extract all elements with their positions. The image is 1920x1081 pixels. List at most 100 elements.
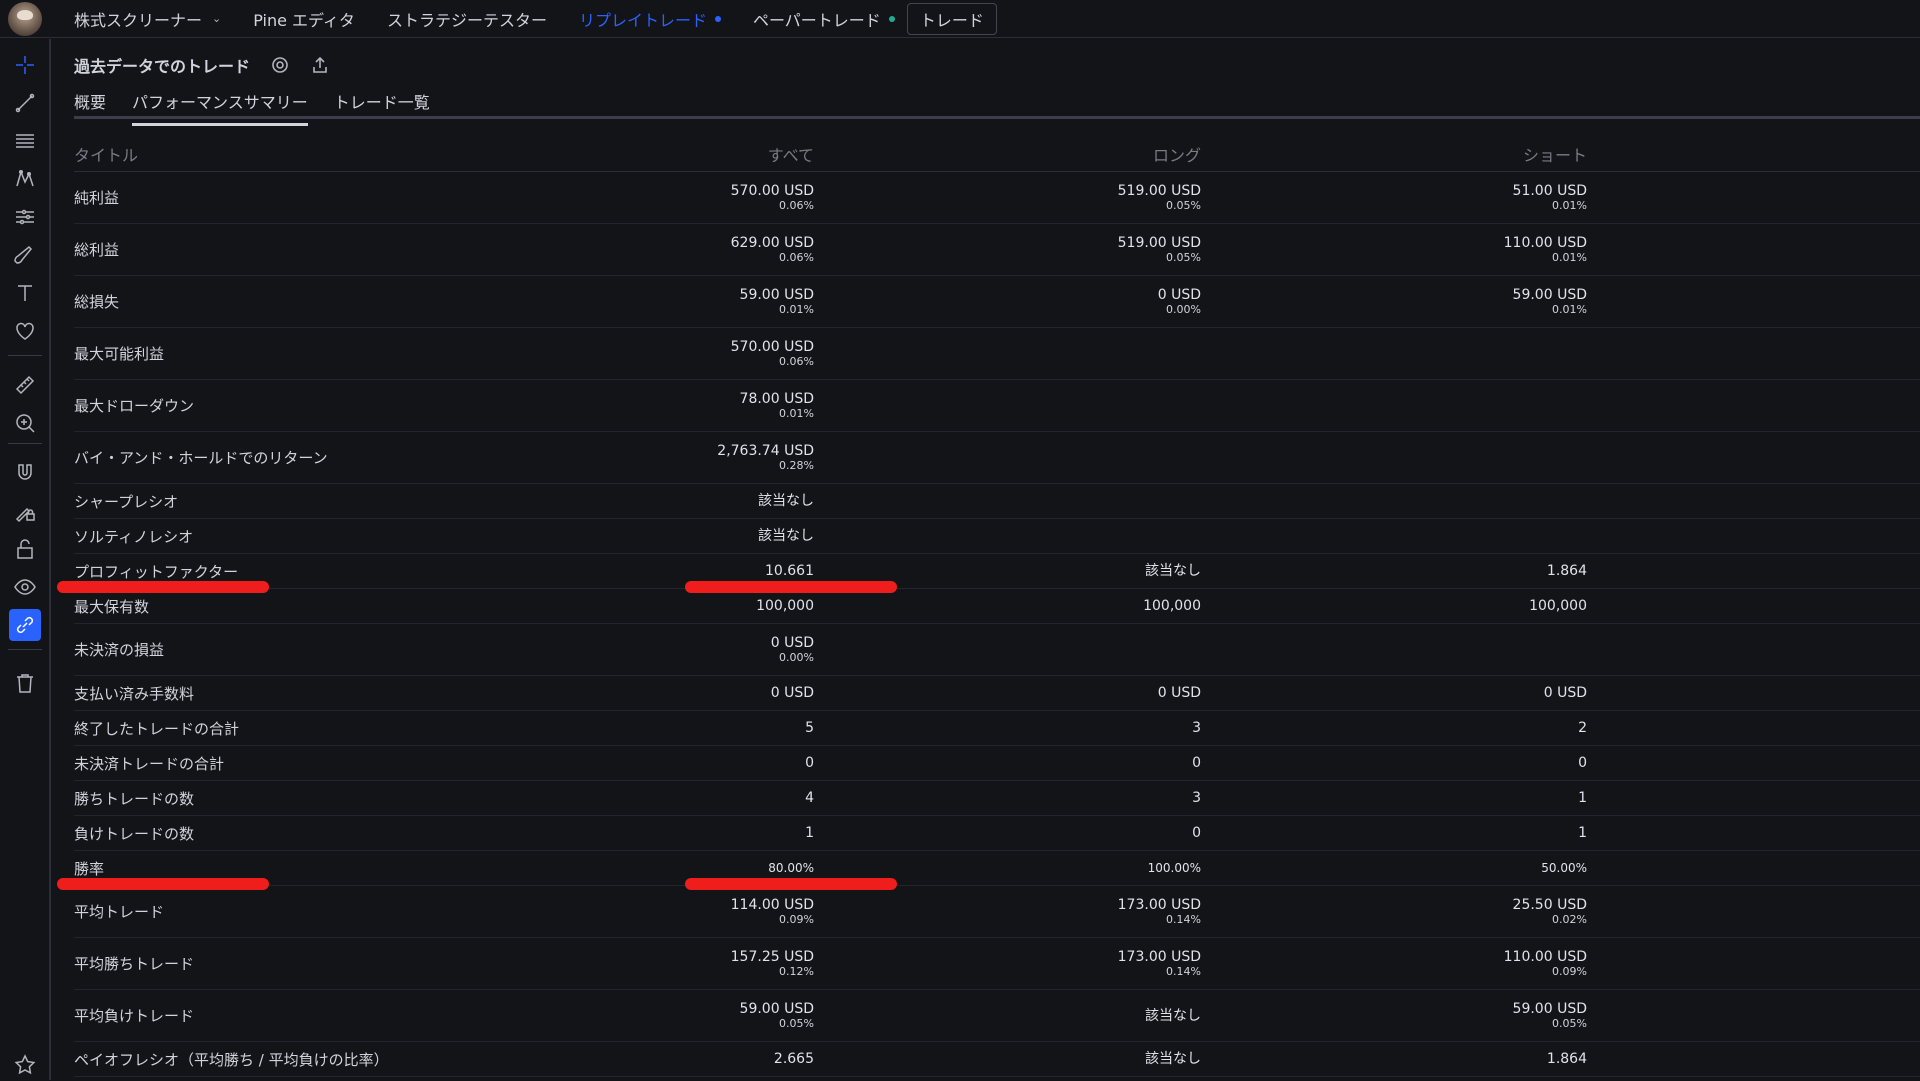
- cell-percent: 0.05%: [1166, 198, 1201, 212]
- cell-long: 100,000: [814, 598, 1201, 614]
- table-row: 最大ドローダウン 78.00 USD 0.01%: [74, 380, 1920, 432]
- cell-all: 2.665: [604, 1051, 814, 1067]
- cell-long: 173.00 USD 0.14%: [814, 949, 1201, 979]
- row-title: 支払い済み手数料: [74, 684, 195, 703]
- cell-short: 2: [1201, 720, 1587, 736]
- tab-0[interactable]: 概要: [74, 89, 106, 126]
- zoom-in-icon[interactable]: [9, 407, 41, 439]
- cell-value: 78.00 USD: [739, 390, 814, 407]
- nav-item-label: 株式スクリーナー: [74, 10, 203, 30]
- eye-icon[interactable]: [9, 571, 41, 603]
- nav-item-2[interactable]: ストラテジーテスター: [387, 7, 547, 31]
- crosshair-icon[interactable]: [9, 49, 41, 81]
- tab-2[interactable]: トレード一覧: [334, 89, 430, 126]
- cell-all: 157.25 USD 0.12%: [604, 949, 814, 979]
- trade-button[interactable]: トレード: [906, 2, 997, 35]
- cell-value: 110.00 USD: [1503, 234, 1587, 251]
- table-body: 純利益 570.00 USD 0.06% 519.00 USD 0.05% 51.00 U…: [74, 172, 1920, 1077]
- nav-item-label: Pine エディタ: [253, 10, 355, 30]
- cell-value: 0 USD: [1157, 286, 1201, 303]
- toolbar-separator: [8, 649, 42, 650]
- magnet-icon[interactable]: [9, 457, 41, 489]
- user-avatar[interactable]: [8, 1, 42, 36]
- highlight-mark-title: [57, 878, 269, 890]
- row-title: 負けトレードの数: [74, 824, 195, 843]
- pattern-icon[interactable]: [9, 163, 41, 195]
- cell-short: 0 USD: [1201, 685, 1587, 701]
- nav-item-0[interactable]: 株式スクリーナー ⌄: [74, 7, 221, 31]
- tab-1[interactable]: パフォーマンスサマリー: [132, 89, 308, 126]
- cell-value: 100,000: [1143, 598, 1201, 614]
- cell-value: 0: [1192, 825, 1201, 841]
- cell-all: 5: [604, 720, 814, 736]
- table-row: 総損失 59.00 USD 0.01% 0 USD 0.00% 59.00 USD 0.01…: [74, 276, 1920, 328]
- cell-value: 59.00 USD: [739, 1000, 814, 1017]
- toolbar-separator: [8, 443, 42, 444]
- settings-icon[interactable]: [270, 55, 290, 75]
- cell-value: 25.50 USD: [1512, 896, 1587, 913]
- cell-all: 10.661: [604, 563, 814, 579]
- heart-icon[interactable]: [9, 315, 41, 347]
- cell-all: 0 USD 0.00%: [604, 635, 814, 665]
- export-icon[interactable]: [310, 55, 330, 75]
- cell-value: 114.00 USD: [730, 896, 814, 913]
- cell-value: 0: [805, 755, 814, 771]
- cell-value: 80.00%: [768, 861, 814, 875]
- cell-value: 59.00 USD: [1512, 1000, 1587, 1017]
- table-row: 平均勝ちトレード 157.25 USD 0.12% 173.00 USD 0.14% 11…: [74, 938, 1920, 990]
- nav-item-3[interactable]: リプレイトレード: [579, 7, 721, 31]
- cell-short: 100,000: [1201, 598, 1587, 614]
- cell-value: 3: [1192, 720, 1201, 736]
- header-short: ショート: [1522, 145, 1587, 165]
- fib-lines-icon[interactable]: [9, 125, 41, 157]
- trash-icon[interactable]: [9, 667, 41, 699]
- row-title: ペイオフレシオ（平均勝ち / 平均負けの比率）: [74, 1050, 389, 1069]
- cell-percent: 0.06%: [779, 198, 814, 212]
- cell-all: 4: [604, 790, 814, 806]
- lock-drawing-icon[interactable]: [9, 495, 41, 527]
- cell-percent: 0.09%: [1552, 964, 1587, 978]
- table-row: プロフィットファクター 10.661 該当なし 1.864: [74, 554, 1920, 589]
- star-icon[interactable]: [9, 1049, 41, 1081]
- nav-item-1[interactable]: Pine エディタ: [253, 7, 355, 31]
- ruler-icon[interactable]: [9, 369, 41, 401]
- cell-all: 59.00 USD 0.05%: [604, 1001, 814, 1031]
- lock-icon[interactable]: [9, 533, 41, 565]
- header-title: タイトル: [74, 145, 139, 165]
- cell-percent: 0.01%: [1552, 250, 1587, 264]
- trading-panel: 過去データでのトレード 概要 パフォーマンスサマリー トレード一覧 タイトル すべて…: [57, 39, 1920, 1080]
- cell-percent: 0.05%: [1166, 250, 1201, 264]
- cell-short: 110.00 USD 0.09%: [1201, 949, 1587, 979]
- link-icon[interactable]: [9, 609, 41, 641]
- row-title: 平均負けトレード: [74, 1007, 195, 1025]
- cell-long: 0 USD: [814, 685, 1201, 701]
- cell-long: 173.00 USD 0.14%: [814, 897, 1201, 927]
- text-icon[interactable]: [9, 277, 41, 309]
- cell-value: 629.00 USD: [730, 234, 814, 251]
- nav-item-4[interactable]: ペーパートレード: [753, 7, 895, 31]
- trend-line-icon[interactable]: [9, 87, 41, 119]
- cell-value: 519.00 USD: [1117, 234, 1201, 251]
- cell-short: 1.864: [1201, 563, 1587, 579]
- panel-header: 過去データでのトレード: [74, 53, 330, 77]
- cell-long: 519.00 USD 0.05%: [814, 183, 1201, 213]
- cell-value: 5: [805, 720, 814, 736]
- highlight-mark-value: [685, 878, 897, 890]
- cell-value: 2: [1578, 720, 1587, 736]
- cell-long: 0: [814, 755, 1201, 771]
- forecast-icon[interactable]: [9, 201, 41, 233]
- cell-value: 157.25 USD: [730, 948, 814, 965]
- row-title: 最大保有数: [74, 597, 150, 616]
- row-title: 最大可能利益: [74, 345, 165, 363]
- cell-all: 0 USD: [604, 685, 814, 701]
- cell-percent: 0.14%: [1166, 912, 1201, 926]
- cell-value: 0 USD: [770, 634, 814, 651]
- table-row: 総利益 629.00 USD 0.06% 519.00 USD 0.05% 110.00 …: [74, 224, 1920, 276]
- cell-value: 100,000: [756, 598, 814, 614]
- cell-value: 50.00%: [1541, 861, 1587, 875]
- cell-value: 4: [805, 790, 814, 806]
- tabs-divider: [74, 116, 1920, 119]
- cell-short: 110.00 USD 0.01%: [1201, 235, 1587, 265]
- row-title: バイ・アンド・ホールドでのリターン: [74, 449, 328, 467]
- brush-icon[interactable]: [9, 239, 41, 271]
